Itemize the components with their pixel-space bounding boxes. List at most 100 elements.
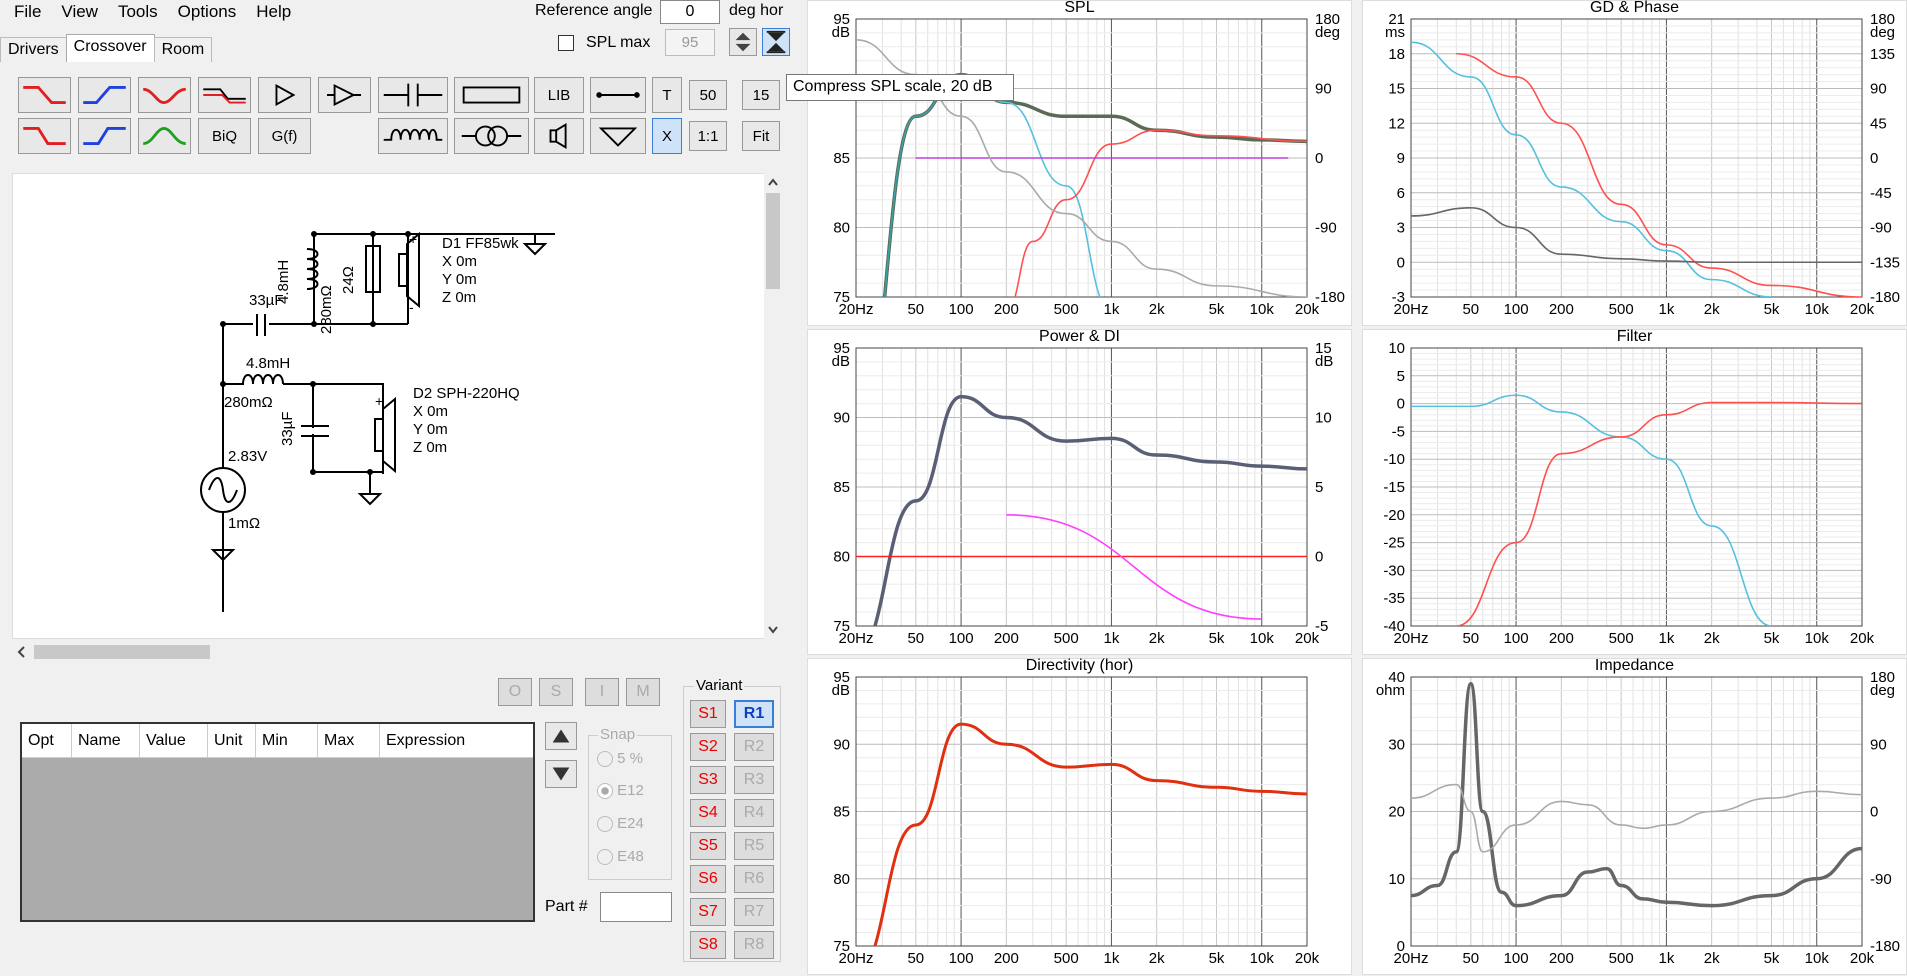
menu-options[interactable]: Options: [168, 2, 247, 22]
svg-text:+: +: [375, 393, 383, 409]
inductor-icon: [383, 128, 443, 141]
col-unit[interactable]: Unit: [208, 724, 256, 757]
variant-r5-button[interactable]: R5: [734, 832, 774, 860]
variant-r2-button[interactable]: R2: [734, 733, 774, 761]
schematic-canvas[interactable]: + - + - D1 FF85wk X 0m Y 0m Z 0m D2 SPH-22…: [12, 173, 766, 639]
capacitor-button[interactable]: [378, 77, 448, 113]
spl-max-input[interactable]: 95: [665, 29, 715, 56]
menu-view[interactable]: View: [51, 2, 108, 22]
opt-m-button[interactable]: M: [626, 678, 660, 706]
variant-s1-button[interactable]: S1: [690, 700, 726, 728]
parameter-table[interactable]: Opt Name Value Unit Min Max Expression: [20, 722, 535, 922]
y-tick-label: 5: [1397, 368, 1405, 385]
y-unit-label: ohm: [1376, 682, 1405, 699]
snap-5pct-radio[interactable]: 5 %: [597, 750, 643, 768]
driver-button[interactable]: [534, 118, 584, 154]
col-max[interactable]: Max: [318, 724, 380, 757]
variant-s5-button[interactable]: S5: [690, 832, 726, 860]
move-down-button[interactable]: [545, 760, 577, 788]
variant-r4-button[interactable]: R4: [734, 799, 774, 827]
col-opt[interactable]: Opt: [22, 724, 72, 757]
resistor-button[interactable]: [454, 77, 529, 113]
t-button[interactable]: T: [652, 77, 682, 113]
schematic-hscroll[interactable]: [12, 642, 782, 662]
variant-r1-button[interactable]: R1: [734, 700, 774, 728]
snap-e12-radio[interactable]: E12: [597, 782, 644, 800]
x-tick-label: 1k: [1103, 301, 1119, 318]
bandpass-green-button[interactable]: [138, 118, 191, 154]
spl-max-checkbox[interactable]: [558, 35, 574, 51]
d1-z: Z 0m: [442, 289, 476, 306]
variant-s2-button[interactable]: S2: [690, 733, 726, 761]
compress-spl-button[interactable]: [762, 28, 790, 56]
chart-impedance[interactable]: Impedance 40 30 20 10 0 180 90 0 -90 -180 ohm deg 20H…: [1362, 657, 1907, 975]
x-tick-label: 20Hz: [838, 630, 873, 647]
x-button[interactable]: X: [652, 118, 682, 154]
highpass-blue-button[interactable]: [78, 77, 131, 113]
highpass-blue-2-button[interactable]: [78, 118, 131, 154]
wire-button[interactable]: [590, 77, 646, 113]
tab-drivers[interactable]: Drivers: [0, 37, 67, 62]
lowpass-red-button[interactable]: [18, 77, 71, 113]
move-up-button[interactable]: [545, 722, 577, 750]
snap-e48-radio[interactable]: E48: [597, 848, 644, 866]
chart-directivity-hor-[interactable]: Directivity (hor) 95 90 85 80 75 dB 20Hz 50 100 20…: [807, 657, 1352, 975]
col-expression[interactable]: Expression: [380, 724, 530, 757]
col-min[interactable]: Min: [256, 724, 318, 757]
gf-button[interactable]: G(f): [258, 118, 311, 154]
opt-i-button[interactable]: I: [585, 678, 619, 706]
chart-gd-phase[interactable]: GD & Phase 21 18 15 12 9 6 3 0 -3 180 135 90 45 0 -45 -9…: [1362, 0, 1907, 326]
x-tick-label: 20k: [1850, 950, 1875, 967]
chart-spl[interactable]: SPL9590858075180900-90-180dBdeg20Hz50100…: [807, 0, 1352, 326]
biquad-button[interactable]: BiQ: [198, 118, 251, 154]
variant-r7-button[interactable]: R7: [734, 898, 774, 926]
variant-s3-button[interactable]: S3: [690, 766, 726, 794]
variant-r8-button[interactable]: R8: [734, 931, 774, 959]
menu-tools[interactable]: Tools: [108, 2, 168, 22]
chart-power-di[interactable]: Power & DI 95 90 85 80 75 15 10 5 0 -5 dB dB 20Hz 50 10…: [807, 328, 1352, 655]
schematic-vscroll[interactable]: [764, 173, 782, 639]
spl-scale-spinner[interactable]: [729, 28, 757, 56]
y-tick-label: 10: [1388, 871, 1405, 888]
variant-r3-button[interactable]: R3: [734, 766, 774, 794]
lib-button[interactable]: LIB: [534, 77, 584, 113]
y2-tick-label: -180: [1870, 938, 1900, 955]
snap-e24-radio[interactable]: E24: [597, 815, 644, 833]
part-input[interactable]: [600, 892, 672, 922]
opt-o-button[interactable]: O: [498, 678, 532, 706]
col-value[interactable]: Value: [140, 724, 208, 757]
chart-svg: 403020100180900-90-180ohm deg20Hz 50 100 200…: [1376, 669, 1900, 967]
series-line: [1411, 41, 1772, 297]
shelf-button[interactable]: [198, 77, 251, 113]
variant-s8-button[interactable]: S8: [690, 931, 726, 959]
transformer-button[interactable]: [454, 118, 529, 154]
tab-room[interactable]: Room: [153, 37, 213, 62]
y2-tick-label: 0: [1870, 804, 1878, 821]
value-50-button[interactable]: 50: [689, 80, 727, 110]
ref-angle-input[interactable]: 0: [660, 0, 720, 24]
buffer-button[interactable]: [318, 77, 371, 113]
menu-help[interactable]: Help: [246, 2, 301, 22]
chart-filter[interactable]: Filter 10 5 0 -5 -10 -15 -20 -25 -30 -35 -40 20Hz 50 1…: [1362, 328, 1907, 655]
menu-file[interactable]: File: [4, 2, 51, 22]
bandpass-icon: [143, 127, 186, 145]
x-tick-label: 100: [949, 630, 974, 647]
ground-button[interactable]: [590, 118, 646, 154]
amplifier-button[interactable]: [258, 77, 311, 113]
d1-name: D1 FF85wk: [442, 235, 519, 252]
ratio-button[interactable]: 1:1: [689, 121, 727, 151]
tab-bar: Drivers Crossover Room: [0, 34, 213, 62]
x-tick-label: 5k: [1209, 950, 1225, 967]
fit-button[interactable]: Fit: [742, 121, 780, 151]
value-15-button[interactable]: 15: [742, 80, 780, 110]
lowpass-red-2-button[interactable]: [18, 118, 71, 154]
variant-r6-button[interactable]: R6: [734, 865, 774, 893]
opt-s-button[interactable]: S: [539, 678, 573, 706]
tab-crossover[interactable]: Crossover: [65, 34, 155, 62]
notch-red-button[interactable]: [138, 77, 191, 113]
inductor-button[interactable]: [378, 118, 448, 154]
col-name[interactable]: Name: [72, 724, 140, 757]
variant-s4-button[interactable]: S4: [690, 799, 726, 827]
variant-s7-button[interactable]: S7: [690, 898, 726, 926]
variant-s6-button[interactable]: S6: [690, 865, 726, 893]
